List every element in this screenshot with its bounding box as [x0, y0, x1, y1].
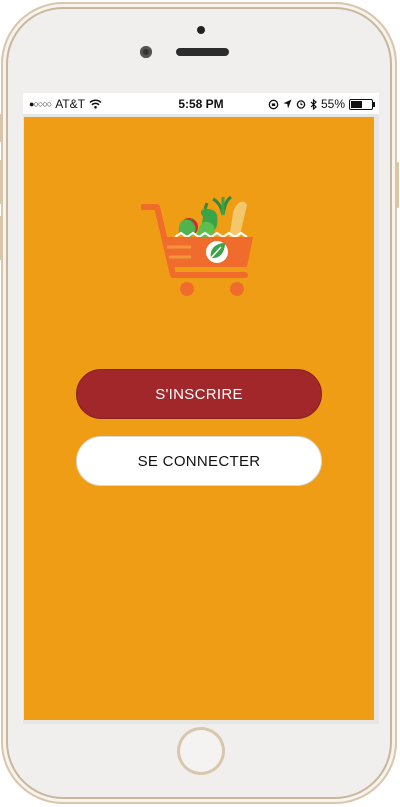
- alarm-icon: [296, 100, 306, 109]
- status-bar: ●○○○○ AT&T 5:58 PM 55%: [23, 93, 379, 114]
- rotation-lock-icon: [268, 99, 279, 109]
- earpiece-speaker: [176, 48, 229, 56]
- home-button[interactable]: [177, 727, 225, 775]
- volume-up-button: [0, 160, 2, 204]
- power-button: [396, 162, 399, 208]
- front-camera: [140, 46, 152, 58]
- screen: ●○○○○ AT&T 5:58 PM 55% S'INSCRIRE SE CON…: [23, 93, 379, 724]
- phone-frame: ●○○○○ AT&T 5:58 PM 55% S'INSCRIRE SE CON…: [0, 2, 399, 804]
- shopping-cart-vegetables-icon: [141, 195, 253, 296]
- location-icon: [283, 99, 292, 109]
- mute-switch: [0, 114, 2, 142]
- proximity-sensor: [197, 26, 205, 34]
- volume-down-button: [0, 216, 2, 260]
- login-button[interactable]: SE CONNECTER: [76, 436, 322, 486]
- signup-button[interactable]: S'INSCRIRE: [76, 369, 322, 419]
- battery-icon: [349, 98, 375, 110]
- bluetooth-icon: [310, 98, 317, 110]
- app-content: S'INSCRIRE SE CONNECTER: [24, 117, 374, 720]
- battery-level-fill: [351, 100, 362, 108]
- battery-percent: 55%: [320, 97, 345, 111]
